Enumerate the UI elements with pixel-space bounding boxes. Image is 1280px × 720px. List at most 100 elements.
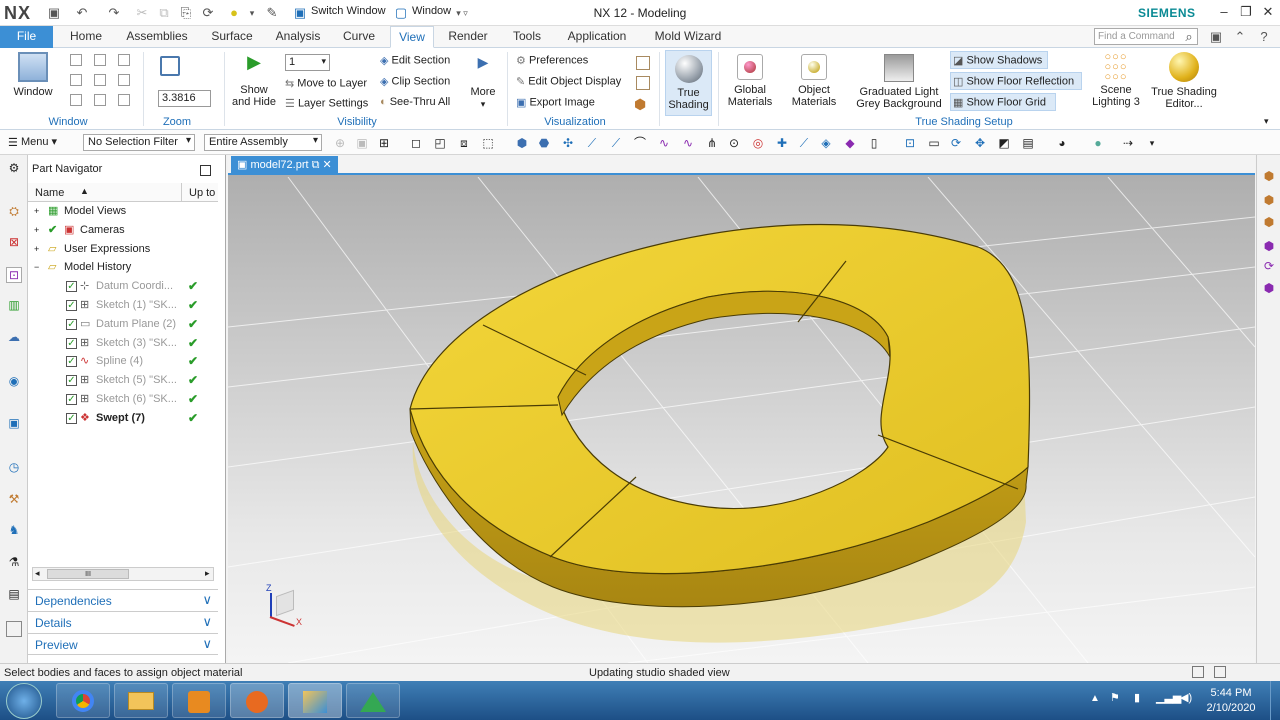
minimize-button[interactable]: –: [1214, 3, 1234, 21]
edge-display-icon[interactable]: ◕: [1054, 135, 1070, 151]
tree-row[interactable]: + ▱ User Expressions: [28, 240, 214, 259]
zoom-scale-input[interactable]: 3.3816: [158, 90, 211, 107]
material-icon[interactable]: ⬢: [1261, 281, 1277, 297]
layout-single-icon[interactable]: [70, 54, 82, 66]
flag-icon[interactable]: ⚑: [1110, 691, 1120, 704]
tree-row[interactable]: ✓ ⊞ Sketch (5) "SK... ✔: [28, 371, 214, 390]
network-icon[interactable]: ▁▃▅: [1156, 691, 1181, 704]
global-materials-button[interactable]: Global Materials: [722, 54, 778, 108]
refresh-icon[interactable]: ⟳: [1261, 259, 1277, 275]
fit-icon[interactable]: ⊡: [902, 135, 918, 151]
window-button[interactable]: Window: [10, 52, 56, 98]
tree-row[interactable]: ✓ ⊞ Sketch (3) "SK... ✔: [28, 334, 214, 353]
ribbon-expand-icon[interactable]: ▾: [1264, 116, 1269, 127]
tab-view[interactable]: View: [390, 26, 434, 48]
hd3d-tools-icon[interactable]: ☁: [6, 330, 22, 346]
visibility-checkbox[interactable]: ✓: [66, 394, 77, 405]
tab-mold-wizard[interactable]: Mold Wizard: [644, 26, 732, 48]
system-scenes-icon[interactable]: ⚗: [6, 555, 22, 571]
tab-tools[interactable]: Tools: [504, 26, 550, 48]
touch-mode-icon[interactable]: ✎: [264, 5, 280, 21]
point-on-curve-icon[interactable]: ⟋: [796, 135, 812, 151]
graduated-background-button[interactable]: Graduated Light Grey Background: [852, 54, 946, 110]
show-floor-grid-toggle[interactable]: ▦ Show Floor Grid: [950, 93, 1056, 111]
scroll-right-icon[interactable]: ▸: [205, 568, 210, 579]
visibility-checkbox[interactable]: ✓: [66, 300, 77, 311]
preview-panel[interactable]: Preview ∨: [28, 633, 218, 655]
volume-icon[interactable]: ◀): [1180, 691, 1192, 704]
midpoint-icon[interactable]: ⟋: [608, 135, 624, 151]
restore-button[interactable]: ❐: [1236, 3, 1256, 21]
rotate-icon[interactable]: ⟳: [948, 135, 964, 151]
deselect-icon[interactable]: ◻: [408, 135, 424, 151]
show-and-hide-button[interactable]: ▶ Show and Hide: [230, 53, 278, 108]
copy-icon[interactable]: ⧉: [156, 5, 172, 21]
layout-six-icon[interactable]: [118, 74, 130, 86]
zoom-window-icon[interactable]: ▭: [926, 135, 942, 151]
work-view-icon[interactable]: ⇢: [1120, 135, 1136, 151]
export-image-button[interactable]: ▣ Export Image: [516, 96, 595, 109]
tree-row[interactable]: ✓ ▭ Datum Plane (2) ✔: [28, 315, 214, 334]
close-button[interactable]: ✕: [1258, 3, 1278, 21]
close-tab-icon[interactable]: ✕: [323, 159, 332, 171]
visibility-checkbox[interactable]: ✓: [66, 412, 77, 424]
select-feature-icon[interactable]: ▣: [354, 135, 370, 151]
history-icon[interactable]: ▣: [6, 416, 22, 432]
intersection-icon[interactable]: ∿: [656, 135, 672, 151]
constraint-navigator-icon[interactable]: ⊠: [6, 235, 22, 251]
reuse-icon[interactable]: ⬢: [1261, 193, 1277, 209]
expand-icon[interactable]: +: [34, 202, 39, 221]
document-tab[interactable]: ▣ model72.prt ⧉ ✕: [231, 156, 338, 175]
menu-button[interactable]: ☰ Menu ▾: [8, 135, 57, 149]
visibility-checkbox[interactable]: ✓: [66, 318, 77, 330]
tab-home[interactable]: Home: [61, 26, 111, 48]
tab-analysis[interactable]: Analysis: [270, 26, 326, 48]
clip-section-button[interactable]: ◈ Clip Section: [380, 75, 450, 88]
see-thru-all-button[interactable]: ◐ See-Thru All: [380, 96, 450, 108]
tree-row[interactable]: ✓ ∿ Spline (4) ✔: [28, 352, 214, 371]
recorder-taskbar-icon[interactable]: [230, 683, 284, 718]
paste-icon[interactable]: ⎘: [178, 5, 194, 21]
start-button[interactable]: [6, 683, 42, 719]
clock-icon[interactable]: ◷: [6, 460, 22, 476]
collapse-icon[interactable]: −: [34, 258, 39, 277]
layer-settings-button[interactable]: ☰ Layer Settings: [285, 97, 368, 110]
preferences-button[interactable]: ⚙ Preferences: [516, 54, 588, 67]
help-icon[interactable]: ?: [1256, 29, 1272, 45]
display-option-2-icon[interactable]: [636, 76, 650, 90]
redo-icon[interactable]: ↷: [106, 5, 122, 21]
process-studio-icon[interactable]: ⚒: [6, 492, 22, 508]
palette-icon[interactable]: ⬢: [1261, 239, 1277, 255]
tab-render[interactable]: Render: [442, 26, 494, 48]
details-panel[interactable]: Details ∨: [28, 611, 218, 633]
layout-three-icon[interactable]: [118, 54, 130, 66]
chrome-taskbar-icon[interactable]: [56, 683, 110, 718]
maximize-panel-icon[interactable]: [200, 165, 211, 176]
nx-taskbar-icon[interactable]: [288, 683, 342, 718]
system-clock[interactable]: 5:44 PM 2/10/2020: [1196, 686, 1266, 716]
pop-out-icon[interactable]: ⧉: [312, 159, 320, 171]
layout-four-icon[interactable]: [70, 74, 82, 86]
switch-window-button[interactable]: Switch Window: [311, 5, 386, 17]
blank-panel-icon[interactable]: [6, 621, 22, 637]
dependencies-panel[interactable]: Dependencies ∨: [28, 589, 218, 611]
show-desktop-button[interactable]: [1270, 681, 1280, 720]
column-name-header[interactable]: Name: [35, 187, 64, 199]
control-point-icon[interactable]: ⌒: [632, 135, 648, 151]
tree-row[interactable]: + ▦ Model Views: [28, 202, 214, 221]
tab-application[interactable]: Application: [560, 26, 634, 48]
pan-icon[interactable]: ✥: [972, 135, 988, 151]
tree-row[interactable]: − ▱ Model History: [28, 258, 214, 277]
explorer-taskbar-icon[interactable]: [114, 683, 168, 718]
spline-point-icon[interactable]: ∿: [680, 135, 696, 151]
edit-object-display-button[interactable]: ✎ Edit Object Display: [516, 75, 621, 88]
tree-row[interactable]: ✓ ⊞ Sketch (1) "SK... ✔: [28, 296, 214, 315]
solid-body-icon[interactable]: ⬢: [514, 135, 530, 151]
reuse-library-icon[interactable]: ▥: [6, 298, 22, 314]
settings-gear-icon[interactable]: ⚙: [6, 161, 22, 177]
edit-section-button[interactable]: ◈ Edit Section: [380, 54, 450, 67]
horizontal-scrollbar[interactable]: ◂ III ▸: [32, 567, 214, 581]
repeat-command-icon[interactable]: ⟳: [200, 5, 216, 21]
lasso-icon[interactable]: ⧈: [456, 135, 472, 151]
pole-icon[interactable]: ▯: [866, 135, 882, 151]
